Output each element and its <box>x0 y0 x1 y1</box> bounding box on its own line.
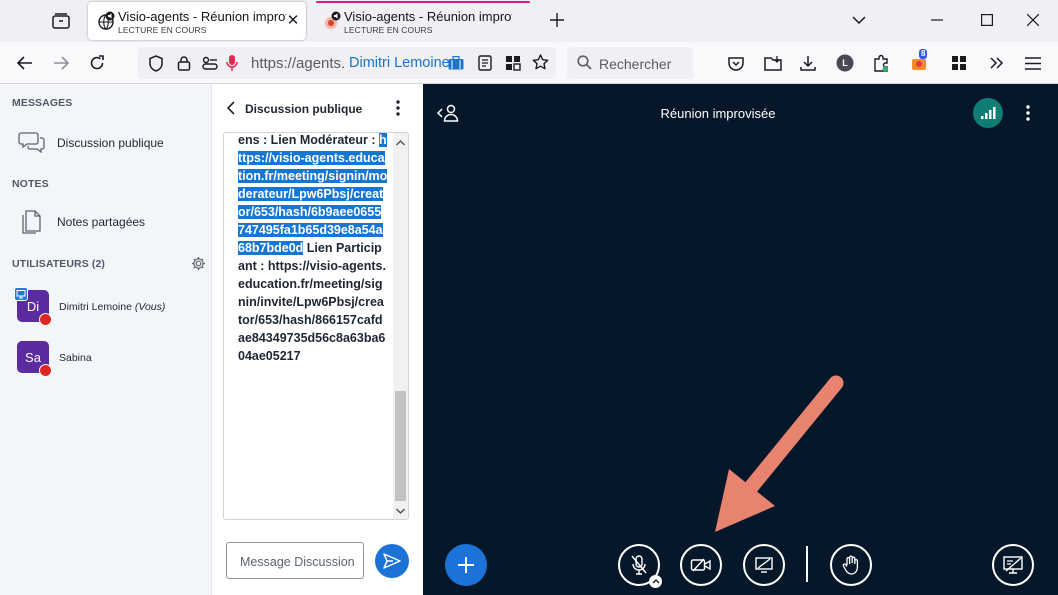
reader-view-icon[interactable] <box>478 55 492 76</box>
pocket-icon[interactable] <box>724 51 748 75</box>
sidebar-item-public-chat[interactable]: Discussion publique <box>0 122 211 162</box>
url-text: https://agents. <box>251 55 346 72</box>
highlighted-link-selection: https://visio-agents.education.fr/meetin… <box>238 133 388 255</box>
maximize-window-icon[interactable] <box>976 9 998 31</box>
lock-icon[interactable] <box>177 55 191 76</box>
scroll-down-icon <box>396 508 405 514</box>
hamburger-menu-icon[interactable] <box>1021 51 1045 75</box>
sidebar-item-label: Notes partagées <box>57 215 146 229</box>
muted-mic-icon <box>39 313 52 326</box>
sidebar-item-label: Discussion publique <box>57 136 164 150</box>
meeting-title: Réunion improvisée <box>660 106 776 121</box>
tab-playing-label: LECTURE EN COURS <box>118 25 207 35</box>
tab-title: Visio-agents - Réunion improvis <box>118 9 286 24</box>
back-arrow-icon[interactable] <box>13 51 37 75</box>
plus-icon <box>458 557 474 573</box>
browser-tab[interactable]: Visio-agents - Réunion improvis LECTURE … <box>314 1 532 40</box>
user-name: Sabina <box>59 352 92 364</box>
microphone-active-icon[interactable] <box>226 54 238 77</box>
tab-title: Visio-agents - Réunion improvis <box>344 9 512 24</box>
send-icon <box>383 553 401 569</box>
notification-extension-icon[interactable]: 8 <box>907 49 931 75</box>
present-screen-button[interactable] <box>992 544 1034 586</box>
browser-tab-strip: Visio-agents - Réunion improvis LECTURE … <box>0 0 1058 42</box>
overflow-chevrons-icon[interactable] <box>985 51 1009 75</box>
user-list-sidebar: MESSAGES Discussion publique NOTES Notes… <box>0 84 212 595</box>
chevron-left-icon[interactable] <box>226 101 235 120</box>
bookmark-star-icon[interactable] <box>532 54 549 76</box>
send-button[interactable] <box>375 544 409 578</box>
apps-grid-icon[interactable] <box>947 51 971 75</box>
users-heading: UTILISATEURS (2) <box>12 258 105 270</box>
user-name: Dimitri Lemoine (Vous) <box>59 301 166 313</box>
browser-navigation-bar: https://agents. Dimitri Lemoine Recherch… <box>0 42 1058 84</box>
sound-playing-globe-icon[interactable] <box>96 11 116 31</box>
scroll-up-icon <box>396 140 405 146</box>
shield-icon[interactable] <box>148 55 164 77</box>
signal-bars-icon <box>981 107 996 119</box>
documents-icon <box>18 207 46 235</box>
scrollbar-thumb[interactable] <box>395 391 406 501</box>
chat-message-text[interactable]: envoyés via l'un de ces liens : Lien Mod… <box>238 133 388 365</box>
tab-playing-label: LECTURE EN COURS <box>344 25 433 35</box>
chevron-down-icon[interactable] <box>848 9 870 31</box>
reload-icon[interactable] <box>85 51 109 75</box>
messages-heading: MESSAGES <box>12 97 73 109</box>
user-list-item[interactable]: Sa Sabina <box>0 335 211 381</box>
share-screen-button[interactable] <box>743 544 785 586</box>
kebab-menu-icon[interactable] <box>1025 105 1031 126</box>
sharing-indicator-name: Dimitri Lemoine <box>349 55 450 71</box>
annotation-arrow <box>715 375 844 532</box>
chat-scrollbar[interactable] <box>393 133 408 519</box>
forward-arrow-icon[interactable] <box>49 51 73 75</box>
browser-tab-active[interactable]: Visio-agents - Réunion improvis LECTURE … <box>88 2 306 40</box>
search-placeholder: Rechercher <box>599 56 672 72</box>
share-webcam-button[interactable] <box>680 544 722 586</box>
new-tab-icon[interactable] <box>546 9 568 31</box>
sidebar-item-shared-notes[interactable]: Notes partagées <box>0 201 211 241</box>
chat-bubbles-icon <box>18 128 46 156</box>
chat-title: Discussion publique <box>245 102 363 116</box>
raise-hand-button[interactable] <box>830 544 872 586</box>
account-avatar-icon[interactable]: L <box>833 51 857 75</box>
actions-button[interactable] <box>445 544 487 586</box>
extension-badge: 8 <box>919 49 928 59</box>
search-icon <box>577 55 592 75</box>
presentation-area: Réunion improvisée <box>423 84 1058 595</box>
presentation-icon <box>1003 556 1023 574</box>
search-bar[interactable]: Rechercher <box>567 47 693 79</box>
folder-download-icon[interactable] <box>761 51 785 75</box>
permissions-icon[interactable] <box>202 56 218 75</box>
screen-share-off-icon <box>755 557 773 573</box>
downloads-icon[interactable] <box>796 51 820 75</box>
extensions-puzzle-icon[interactable] <box>869 51 893 75</box>
notes-heading: NOTES <box>12 178 49 190</box>
account-letter: L <box>842 58 848 68</box>
camera-off-icon <box>690 558 711 572</box>
presenter-icon <box>14 287 28 301</box>
close-tab-icon[interactable]: ✕ <box>286 13 300 28</box>
extension-grid-icon[interactable] <box>505 55 521 76</box>
raise-hand-icon <box>842 555 859 575</box>
public-chat-panel: Discussion publique envoyés via l'un de … <box>212 84 423 595</box>
minimize-window-icon[interactable] <box>926 9 948 31</box>
message-input[interactable]: Message Discussion <box>226 542 364 579</box>
close-window-icon[interactable] <box>1022 9 1044 31</box>
audio-options-chevron-icon[interactable] <box>649 575 662 588</box>
unmute-button[interactable] <box>618 544 662 588</box>
briefcase-icon[interactable] <box>448 55 464 75</box>
firefox-view-icon[interactable] <box>48 8 74 34</box>
chat-messages[interactable]: envoyés via l'un de ces liens : Lien Mod… <box>223 132 409 520</box>
address-bar[interactable]: https://agents. Dimitri Lemoine <box>138 47 556 79</box>
user-list-item[interactable]: Di Dimitri Lemoine (Vous) <box>0 284 211 330</box>
muted-mic-icon <box>39 364 52 377</box>
connection-status-button[interactable] <box>973 98 1003 128</box>
controls-divider <box>806 546 808 582</box>
sound-playing-app-icon[interactable] <box>322 11 342 31</box>
gear-icon[interactable] <box>191 256 206 276</box>
muted-microphone-icon <box>631 555 647 575</box>
kebab-menu-icon[interactable] <box>395 100 401 121</box>
